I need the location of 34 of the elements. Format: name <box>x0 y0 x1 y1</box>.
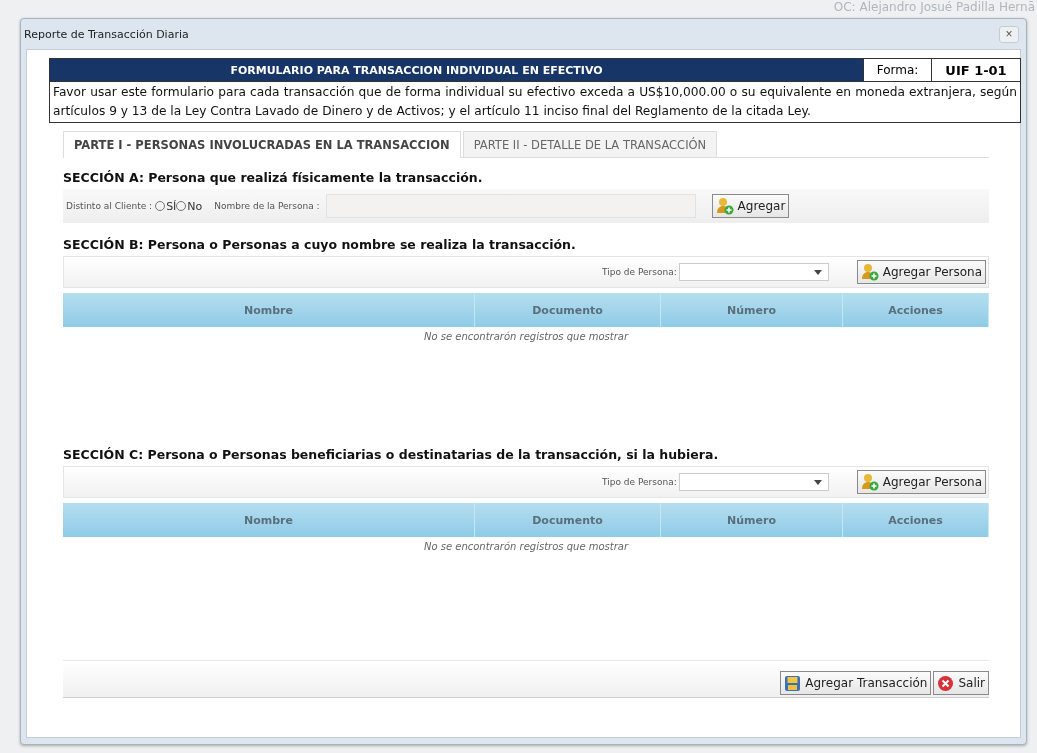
section-title: SECCIÓN C: Persona o Personas beneficiarias o destinatarias de la transacción, si la hubiera. <box>63 447 720 462</box>
section-title: SECCIÓN A: Persona que realizá físicamente la transacción. <box>63 170 484 185</box>
client-label: Distinto al Cliente : <box>66 201 153 211</box>
close-button[interactable]: × <box>999 25 1019 43</box>
section-title: SECCIÓN B: Persona o Personas a cuyo nombre se realiza la transacción. <box>63 237 577 252</box>
tab[interactable]: PARTE II - DETALLE DE LA TRANSACCIÓN <box>462 131 718 157</box>
radio-option[interactable]: No <box>176 199 203 213</box>
exit-button[interactable]: Salir <box>933 671 989 695</box>
form-label: Forma: <box>863 59 931 81</box>
add-person-icon <box>860 263 879 281</box>
type-label: Tipo de Persona: <box>602 477 677 487</box>
caret-icon <box>813 269 822 275</box>
form-code: UIF 1-01 <box>931 59 1020 81</box>
close-icon <box>937 674 955 692</box>
person-type-dropdown[interactable] <box>678 263 829 281</box>
type-label: Tipo de Persona: <box>602 267 677 277</box>
save-icon <box>784 674 802 692</box>
add-person-button[interactable]: Agregar Persona <box>856 260 986 284</box>
add-person-icon <box>860 473 879 491</box>
caret-icon <box>813 479 822 485</box>
person-type-dropdown[interactable] <box>678 473 829 491</box>
form-title: FORMULARIO PARA TRANSACCION INDIVIDUAL EN EFECTIVO <box>50 59 863 81</box>
name-label: Nombre de la Persona : <box>214 201 320 211</box>
add-button[interactable]: Agregar <box>711 194 790 218</box>
dialog-title: Reporte de Transacción Diaria <box>24 27 189 41</box>
add-person-button[interactable]: Agregar Persona <box>856 470 986 494</box>
user-name: OC: Alejandro Josué Padilla Hernā <box>833 0 1035 15</box>
add-transaction-button[interactable]: Agregar Transacción <box>780 671 932 695</box>
empty-message: No se encontrarón registros que mostrar <box>423 541 629 552</box>
add-person-icon <box>715 197 734 215</box>
empty-message: No se encontrarón registros que mostrar <box>423 331 629 342</box>
form-notice: Favor usar este formulario para cada transacción que de forma individual su efectivo exceda a US$10,000.00 o su equivalente en moneda extranjera, según artículos 9 y 13 de la Ley Contra Lavado de Dinero y de Activos; y el artículo 11 inciso final del Reglamento de la citada Ley. <box>50 81 1020 122</box>
tab[interactable]: PARTE I - PERSONAS INVOLUCRADAS EN LA TRANSACCION <box>63 131 461 158</box>
radio-option[interactable]: SÍ <box>155 199 177 213</box>
